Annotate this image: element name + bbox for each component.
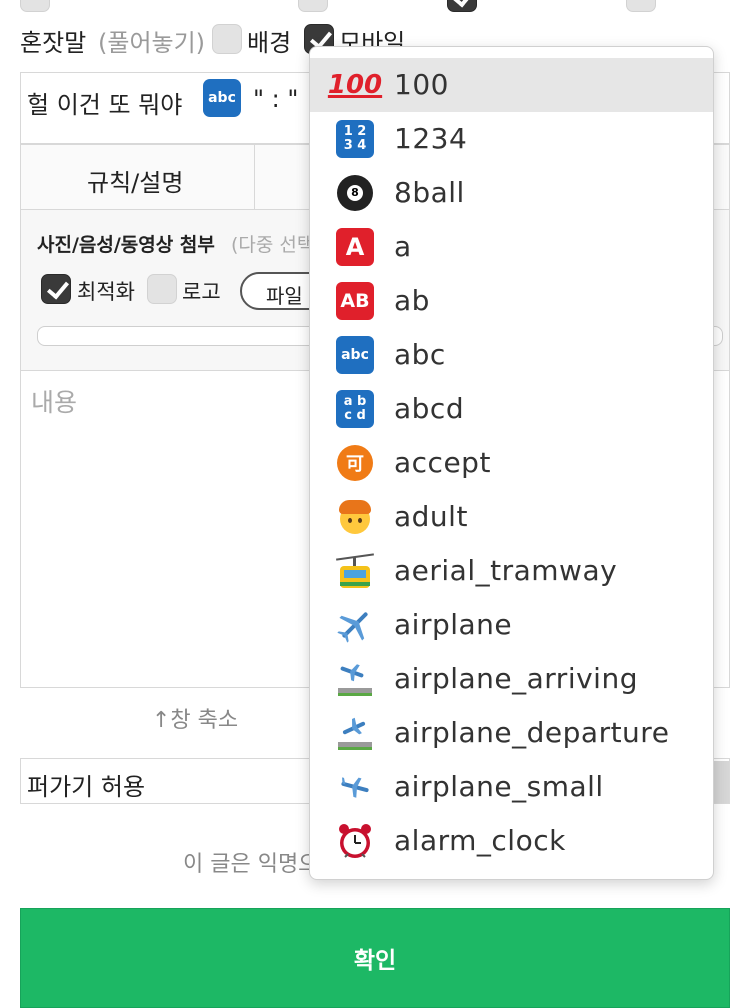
cutoff-checkbox-1[interactable]	[20, 0, 50, 12]
cutoff-checkbox-2[interactable]	[298, 0, 328, 12]
background-checkbox[interactable]	[212, 24, 242, 54]
background-label: 배경	[247, 29, 292, 57]
emoji-option-label: 100	[394, 68, 449, 101]
emoji-option-label: alarm_clock	[394, 824, 566, 857]
monologue-label: 혼잣말	[20, 29, 87, 57]
emoji-option[interactable]: airplane_small	[310, 760, 713, 814]
monologue-hint: (풀어놓기)	[98, 29, 206, 57]
abcd-icon: a bc d	[336, 390, 374, 428]
tab-rules-label: 규칙/설명	[87, 169, 184, 197]
title-text-tail: " : "	[253, 85, 299, 113]
emoji-option-label: airplane_departure	[394, 716, 670, 749]
optimize-label: 최적화	[77, 280, 135, 304]
emoji-option-label: airplane_small	[394, 770, 604, 803]
adult-face-icon	[336, 498, 374, 536]
emoji-option-label: abc	[394, 338, 446, 371]
emoji-option[interactable]: AB ab	[310, 274, 713, 328]
abc-icon: abc	[336, 336, 374, 374]
a-button-icon: A	[336, 228, 374, 266]
anonymous-notice: 이 글은 익명으	[183, 852, 319, 877]
attach-title: 사진/음성/동영상 첨부	[37, 234, 215, 256]
alarm-clock-icon	[336, 822, 374, 860]
hundred-points-icon: 100	[327, 70, 383, 100]
emoji-option[interactable]: 100 100	[310, 58, 713, 112]
abc-icon: abc	[203, 79, 241, 117]
tab-rules[interactable]: 규칙/설명	[21, 145, 255, 209]
airplane-departure-icon	[336, 714, 374, 752]
airplane-arriving-icon	[336, 660, 374, 698]
airplane-icon	[336, 606, 374, 644]
title-text: 헐 이건 또 뭐야	[27, 91, 183, 119]
emoji-option[interactable]: airplane_departure	[310, 706, 713, 760]
emoji-option[interactable]: 可 accept	[310, 436, 713, 490]
emoji-option[interactable]: alarm_clock	[310, 814, 713, 868]
emoji-option-label: airplane_arriving	[394, 662, 638, 695]
content-placeholder: 내용	[31, 388, 78, 417]
logo-checkbox[interactable]	[147, 274, 177, 304]
confirm-button[interactable]: 확인	[20, 908, 730, 1008]
emoji-option-label: adult	[394, 500, 468, 533]
emoji-option-label: abcd	[394, 392, 465, 425]
cutoff-checkbox-3[interactable]	[447, 0, 477, 12]
emoji-option-label: accept	[394, 446, 491, 479]
emoji-option[interactable]: airplane	[310, 598, 713, 652]
small-airplane-icon	[336, 768, 374, 806]
share-label: 퍼가기 허용	[27, 773, 146, 801]
emoji-option[interactable]: 1 23 4 1234	[310, 112, 713, 166]
aerial-tramway-icon	[336, 552, 374, 590]
attach-hint: (다중 선택	[231, 234, 315, 256]
emoji-option-label: 8ball	[394, 176, 465, 209]
file-button-label: 파일	[266, 284, 303, 308]
pool-8-ball-icon: 8	[336, 174, 374, 212]
optimize-checkbox[interactable]	[41, 274, 71, 304]
ab-button-icon: AB	[336, 282, 374, 320]
input-numbers-icon: 1 23 4	[336, 120, 374, 158]
emoji-option[interactable]: airplane_arriving	[310, 652, 713, 706]
emoji-option[interactable]: abc abc	[310, 328, 713, 382]
logo-label: 로고	[182, 280, 221, 304]
cutoff-checkbox-4[interactable]	[626, 0, 656, 12]
confirm-label: 확인	[353, 948, 397, 974]
emoji-option-label: airplane	[394, 608, 513, 641]
emoji-option-label: ab	[394, 284, 430, 317]
emoji-option[interactable]: A a	[310, 220, 713, 274]
emoji-option[interactable]: 8 8ball	[310, 166, 713, 220]
emoji-option[interactable]: a bc d abcd	[310, 382, 713, 436]
emoji-option[interactable]: adult	[310, 490, 713, 544]
emoji-option-label: aerial_tramway	[394, 554, 618, 587]
emoji-option-label: 1234	[394, 122, 468, 155]
resize-toggle[interactable]: ↑창 축소	[152, 702, 238, 734]
emoji-option[interactable]: aerial_tramway	[310, 544, 713, 598]
accept-icon: 可	[336, 444, 374, 482]
emoji-option-label: a	[394, 230, 412, 263]
emoji-autocomplete-dropdown: 100 100 1 23 4 1234 8 8ball A a AB ab ab…	[309, 46, 714, 880]
